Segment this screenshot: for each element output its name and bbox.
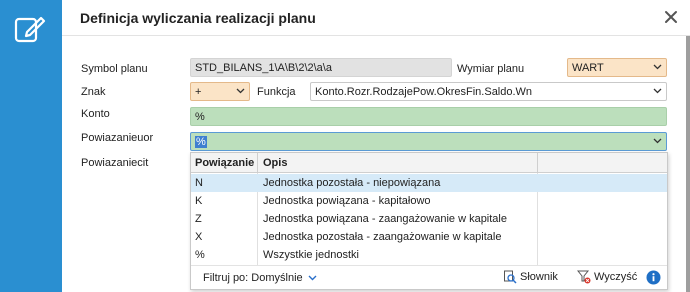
- list-item[interactable]: X Jednostka pozostała - zaangażowanie w …: [191, 228, 667, 246]
- chevron-down-icon: [653, 88, 662, 94]
- slownik-label: Słownik: [520, 271, 558, 283]
- row-desc: Wszystkie jednostki: [263, 249, 359, 261]
- title-bar: Definicja wyliczania realizacji planu: [62, 0, 690, 36]
- row-code: N: [195, 177, 203, 189]
- dialog-title: Definicja wyliczania realizacji planu: [80, 10, 316, 26]
- znak-label: Znak: [81, 86, 106, 98]
- scrollbar[interactable]: [686, 36, 690, 292]
- search-document-icon: [504, 270, 517, 284]
- row-desc: Jednostka pozostała - niepowiązana: [263, 177, 441, 189]
- row-desc: Jednostka pozostała - zaangażowanie w ka…: [263, 231, 502, 243]
- znak-value: +: [195, 86, 202, 98]
- list-item[interactable]: % Wszystkie jednostki: [191, 246, 667, 264]
- znak-select[interactable]: +: [190, 82, 250, 101]
- konto-label: Konto: [81, 108, 110, 120]
- chevron-down-icon: [308, 275, 317, 281]
- list-item[interactable]: N Jednostka pozostała - niepowiązana: [191, 174, 667, 192]
- row-code: %: [195, 249, 205, 261]
- wymiar-value: WART: [572, 62, 604, 74]
- list-item[interactable]: K Jednostka powiązana - kapitałowo: [191, 192, 667, 210]
- filter-label: Filtruj po: Domyślnie: [203, 272, 303, 284]
- symbol-value: STD_BILANS_1\A\B\2\2\a\a: [195, 62, 332, 74]
- funkcja-select[interactable]: Konto.Rozr.RodzajePow.OkresFin.Saldo.Wn: [310, 82, 667, 101]
- wyczysc-label: Wyczyść: [594, 271, 638, 283]
- row-code: K: [195, 195, 203, 207]
- konto-field[interactable]: %: [190, 107, 667, 126]
- dropdown-header: Powiązanie Opis: [191, 153, 667, 173]
- funkcja-label: Funkcja: [257, 86, 296, 98]
- row-code: Z: [195, 213, 202, 225]
- column-separator: [257, 153, 258, 173]
- column-separator: [537, 153, 538, 173]
- edit-document-icon: [14, 16, 46, 43]
- powiazanieuor-label: Powiazanieuor: [81, 132, 154, 144]
- filter-button[interactable]: Filtruj po: Domyślnie: [203, 272, 317, 284]
- powiazanieuor-value: %: [195, 136, 207, 148]
- header-opis[interactable]: Opis: [263, 157, 287, 169]
- clear-filter-icon: [577, 270, 591, 284]
- dialog-window: Definicja wyliczania realizacji planu Sy…: [62, 0, 690, 292]
- chevron-down-icon: [653, 138, 662, 144]
- dropdown-footer: Filtruj po: Domyślnie Słownik Wyczyść: [191, 265, 667, 289]
- symbol-field: STD_BILANS_1\A\B\2\2\a\a: [190, 58, 452, 77]
- row-code: X: [195, 231, 203, 243]
- wyczysc-button[interactable]: Wyczyść: [577, 270, 637, 284]
- chevron-down-icon: [236, 88, 245, 94]
- chevron-down-icon: [653, 64, 662, 70]
- wymiar-select[interactable]: WART: [567, 58, 667, 77]
- powiazanie-dropdown: Powiązanie Opis N Jednostka pozostała - …: [190, 152, 668, 290]
- close-icon[interactable]: [662, 8, 680, 26]
- list-item[interactable]: Z Jednostka powiązana - zaangażowanie w …: [191, 210, 667, 228]
- powiazanieuor-select[interactable]: %: [190, 132, 667, 151]
- app-sidebar-strip: [0, 0, 62, 292]
- row-desc: Jednostka powiązana - kapitałowo: [263, 195, 431, 207]
- slownik-button[interactable]: Słownik: [503, 270, 558, 284]
- konto-value: %: [195, 111, 205, 123]
- funkcja-value: Konto.Rozr.RodzajePow.OkresFin.Saldo.Wn: [315, 86, 533, 98]
- symbol-label: Symbol planu: [81, 63, 148, 75]
- info-icon[interactable]: [646, 270, 661, 285]
- row-desc: Jednostka powiązana - zaangażowanie w ka…: [263, 213, 507, 225]
- wymiar-label: Wymiar planu: [457, 63, 525, 75]
- powiazaniecit-label: Powiazaniecit: [81, 157, 149, 169]
- header-powiazanie[interactable]: Powiązanie: [195, 157, 254, 169]
